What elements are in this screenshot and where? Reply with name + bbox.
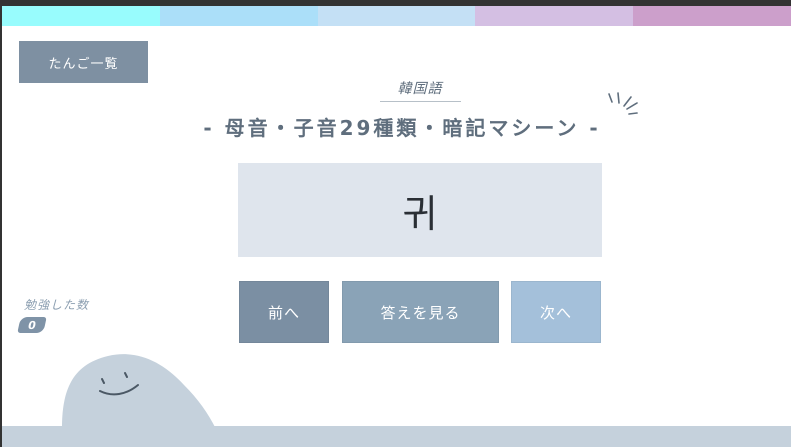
prev-button[interactable]: 前へ xyxy=(239,281,329,343)
blob-mascot-icon xyxy=(62,354,216,429)
show-answer-button[interactable]: 答えを見る xyxy=(342,281,499,343)
word-list-button[interactable]: たんご一覧 xyxy=(19,41,148,83)
studied-count-value: 0 xyxy=(26,318,38,332)
studied-count-badge: 0 xyxy=(17,317,47,333)
app-window: たんご一覧 韓国語 - 母音・子音29種類・暗記マシーン - 귀 前へ 答えを見… xyxy=(2,6,791,447)
top-color-stripes xyxy=(2,6,791,26)
next-button[interactable]: 次へ xyxy=(511,281,601,343)
color-stripe-2 xyxy=(159,6,318,26)
studied-count-label: 勉強した数 xyxy=(24,298,90,312)
flashcard: 귀 xyxy=(238,163,602,257)
color-stripe-3 xyxy=(317,6,476,26)
color-stripe-5 xyxy=(633,6,791,26)
subtitle-wrapper: 韓国語 xyxy=(2,78,791,102)
sparkle-lines-icon xyxy=(608,92,638,115)
flashcard-character: 귀 xyxy=(402,191,438,236)
page-title: - 母音・子音29種類・暗記マシーン - xyxy=(203,116,601,140)
color-stripe-4 xyxy=(475,6,634,26)
color-stripe-1 xyxy=(2,6,160,26)
subtitle: 韓国語 xyxy=(379,78,461,102)
ground-strip xyxy=(2,426,791,447)
